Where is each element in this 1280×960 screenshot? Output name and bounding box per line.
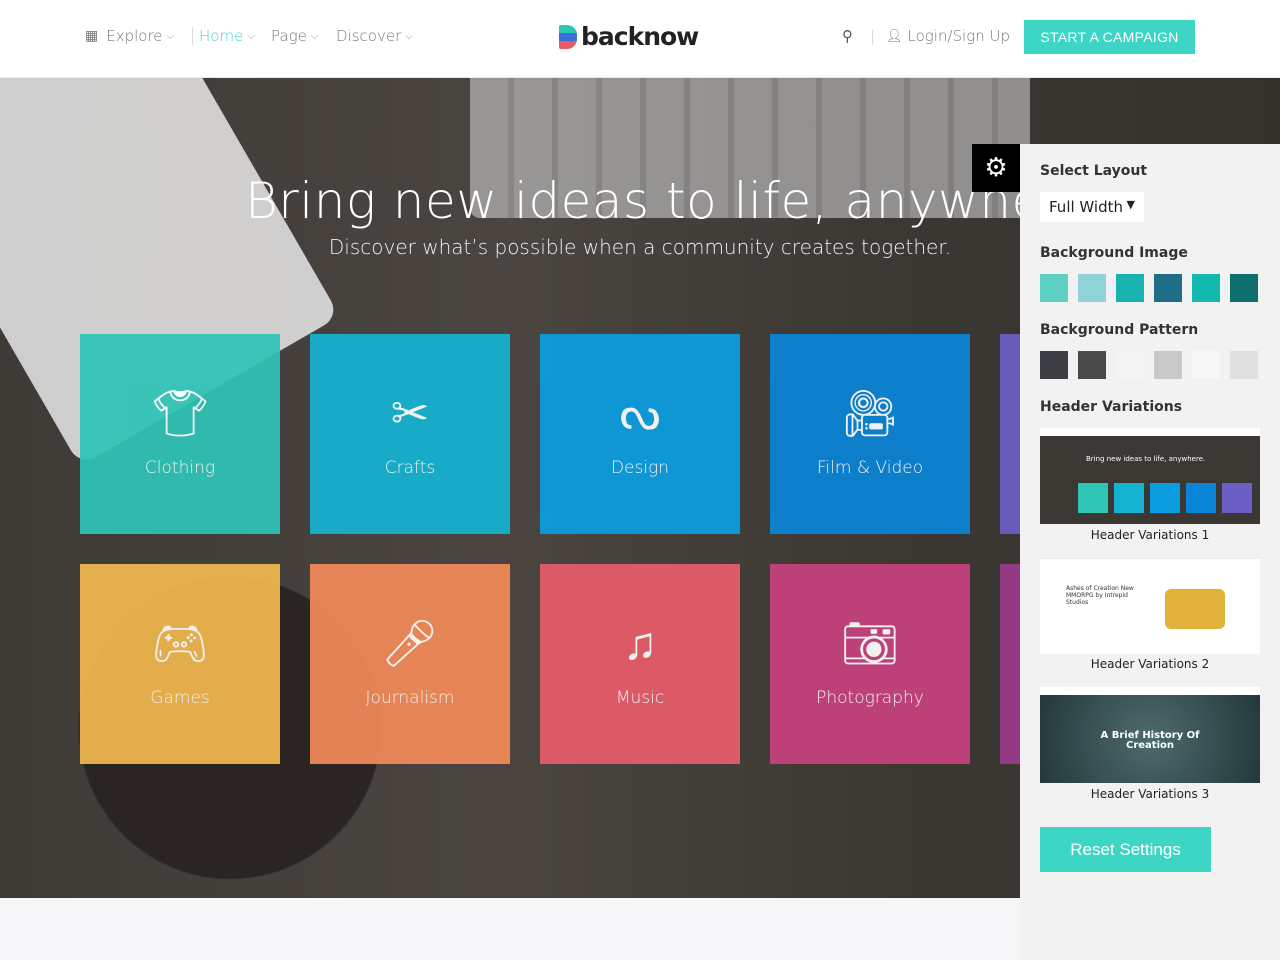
category-tile[interactable]: ♫ Music (540, 564, 740, 764)
chevron-down-icon: ⌵ (405, 30, 413, 42)
nav-page[interactable]: Page ⌵ (271, 27, 318, 45)
header-variation-3-thumb[interactable]: A Brief History Of Creation (1040, 687, 1260, 783)
background-pattern-swatch[interactable] (1192, 351, 1220, 379)
nav-explore[interactable]: ▦ Explore ⌵ (85, 27, 174, 45)
background-pattern-swatch[interactable] (1078, 351, 1106, 379)
thumb-text: A Brief History Of Creation (1100, 730, 1200, 751)
background-image-swatch[interactable] (1078, 274, 1106, 302)
background-image-swatch[interactable] (1230, 274, 1258, 302)
select-layout-label: Select Layout (1040, 163, 1148, 179)
divider: | (870, 27, 876, 45)
thumb-tiles (1078, 483, 1252, 513)
category-tile[interactable]: ᔓ Design (540, 334, 740, 534)
thumb-text: Bring new ideas to life, anywhere. (1086, 455, 1206, 463)
site-header: ▦ Explore ⌵ Home ⌵ Page ⌵ Discover ⌵ backnow… (0, 0, 1280, 78)
grid-icon: ▦ (85, 28, 99, 44)
header-variation-1-label[interactable]: Header Variations 1 (1040, 528, 1260, 542)
header-variation-2-thumb[interactable]: Ashes of Creation New MMORPG by Intrepid… (1040, 558, 1260, 654)
category-label: Clothing (144, 458, 216, 478)
background-pattern-swatch[interactable] (1040, 351, 1068, 379)
search-icon[interactable]: ⚲ (842, 27, 853, 45)
header-variation-1-thumb[interactable]: Bring new ideas to life, anywhere. (1040, 428, 1260, 524)
background-image-swatch[interactable] (1192, 274, 1220, 302)
background-image-swatch[interactable] (1116, 274, 1144, 302)
category-tile[interactable]: 🎤︎ Journalism (310, 564, 510, 764)
background-pattern-swatch[interactable] (1154, 351, 1182, 379)
microphone-icon: 🎤︎ (380, 616, 440, 670)
category-tile[interactable]: 📷︎ Photography (770, 564, 970, 764)
category-label: Film & Video (816, 458, 924, 478)
header-variation-2-label[interactable]: Header Variations 2 (1040, 657, 1260, 671)
logo-mark-icon (559, 24, 577, 49)
background-image-swatch[interactable] (1154, 274, 1182, 302)
caret-down-icon: ▼ (1126, 198, 1135, 211)
background-pattern-label: Background Pattern (1040, 322, 1199, 338)
nav-discover[interactable]: Discover ⌵ (336, 27, 413, 45)
category-label: Design (610, 458, 670, 478)
start-campaign-button[interactable]: START A CAMPAIGN (1024, 20, 1195, 54)
background-pattern-swatch[interactable] (1230, 351, 1258, 379)
category-tile[interactable]: 👕︎ Clothing (80, 334, 280, 534)
shirt-icon: 👕︎ (150, 386, 210, 440)
category-label: Photography (816, 688, 924, 708)
layout-select[interactable]: Full Width ▼ (1040, 192, 1144, 222)
reset-settings-button[interactable]: Reset Settings (1040, 827, 1211, 872)
video-camera-icon: 🎥︎ (840, 386, 900, 440)
background-image-label: Background Image (1040, 245, 1188, 261)
truck-image (1165, 589, 1225, 629)
category-tile[interactable]: 🎮︎ Games (80, 564, 280, 764)
category-label: Games (150, 688, 210, 708)
scissors-icon: ✂ (390, 386, 430, 440)
chevron-down-icon: ⌵ (247, 30, 255, 42)
chevron-down-icon: ⌵ (166, 30, 175, 42)
background-pattern-swatch[interactable] (1116, 351, 1144, 379)
gamepad-icon: 🎮︎ (150, 616, 210, 670)
music-note-icon: ♫ (622, 616, 658, 670)
settings-panel: Select Layout Full Width ▼ Background Ima… (1020, 144, 1280, 960)
category-label: Crafts (384, 458, 436, 478)
category-label: Journalism (365, 688, 455, 708)
design-icon: ᔓ (619, 386, 661, 440)
nav-home[interactable]: Home ⌵ (192, 27, 255, 45)
user-icon: 👤︎ (886, 28, 903, 44)
camera-icon: 📷︎ (840, 616, 900, 670)
header-variation-3-label[interactable]: Header Variations 3 (1040, 787, 1260, 801)
chevron-down-icon: ⌵ (310, 30, 319, 42)
thumb-text: Ashes of Creation New MMORPG by Intrepid… (1066, 585, 1134, 606)
category-tile[interactable]: 🎥︎ Film & Video (770, 334, 970, 534)
header-variations-label: Header Variations (1040, 399, 1183, 415)
logo[interactable]: backnow (559, 22, 699, 51)
login-link[interactable]: 👤︎ Login/Sign Up (886, 27, 1010, 45)
category-tile[interactable]: ✂ Crafts (310, 334, 510, 534)
background-image-swatch[interactable] (1040, 274, 1068, 302)
settings-gear-icon[interactable]: ⚙ (972, 144, 1020, 192)
category-label: Music (615, 688, 665, 708)
